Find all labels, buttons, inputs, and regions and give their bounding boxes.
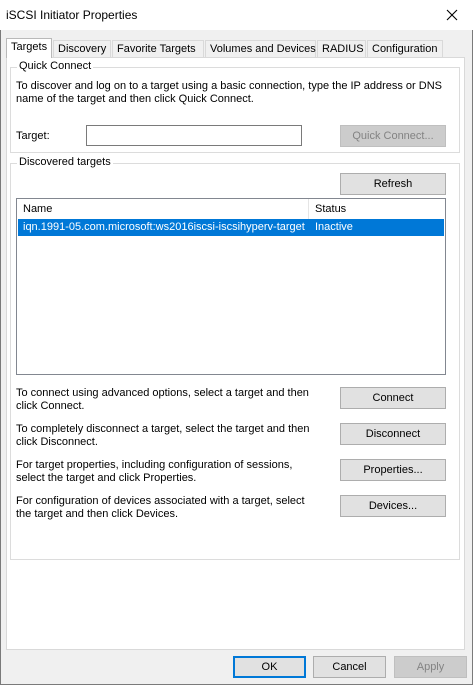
ok-button[interactable]: OK [233, 656, 306, 678]
target-input[interactable] [86, 125, 302, 146]
tab-favorite-targets[interactable]: Favorite Targets [112, 40, 204, 57]
targets-tab-panel: Quick Connect To discover and log on to … [6, 57, 465, 650]
window-title: iSCSI Initiator Properties [6, 8, 138, 22]
table-row[interactable]: iqn.1991-05.com.microsoft:ws2016iscsi-is… [18, 219, 444, 236]
refresh-button[interactable]: Refresh [340, 173, 446, 195]
discovered-targets-legend: Discovered targets [17, 156, 113, 168]
tab-configuration[interactable]: Configuration [367, 40, 443, 57]
quick-connect-description: To discover and log on to a target using… [16, 80, 442, 105]
tab-radius[interactable]: RADIUS [317, 40, 366, 57]
properties-description: For target properties, including configu… [16, 459, 293, 484]
target-status-cell: Inactive [315, 221, 353, 233]
properties-button[interactable]: Properties... [340, 459, 446, 481]
connect-button[interactable]: Connect [340, 387, 446, 409]
targets-list[interactable]: Name Status iqn.1991-05.com.microsoft:ws… [16, 198, 446, 375]
tab-targets[interactable]: Targets [6, 38, 52, 58]
apply-button[interactable]: Apply [394, 656, 467, 678]
title-bar: iSCSI Initiator Properties [0, 0, 474, 30]
quick-connect-button[interactable]: Quick Connect... [340, 125, 446, 147]
devices-button[interactable]: Devices... [340, 495, 446, 517]
connect-description: To connect using advanced options, selec… [16, 387, 309, 412]
column-header-name[interactable]: Name [17, 199, 308, 219]
tab-volumes-and-devices[interactable]: Volumes and Devices [205, 40, 316, 57]
devices-description: For configuration of devices associated … [16, 495, 305, 520]
tab-discovery[interactable]: Discovery [53, 40, 111, 57]
column-header-status[interactable]: Status [309, 199, 445, 219]
target-name-cell: iqn.1991-05.com.microsoft:ws2016iscsi-is… [23, 221, 305, 233]
disconnect-button[interactable]: Disconnect [340, 423, 446, 445]
quick-connect-legend: Quick Connect [17, 60, 94, 72]
cancel-button[interactable]: Cancel [313, 656, 386, 678]
close-icon [446, 9, 458, 21]
quick-connect-group: Quick Connect To discover and log on to … [10, 60, 460, 153]
target-label: Target: [16, 130, 50, 142]
close-button[interactable] [430, 0, 474, 30]
discovered-targets-group: Discovered targets Refresh Name Status i… [10, 156, 460, 560]
disconnect-description: To completely disconnect a target, selec… [16, 423, 310, 448]
targets-list-header: Name Status [17, 199, 445, 219]
